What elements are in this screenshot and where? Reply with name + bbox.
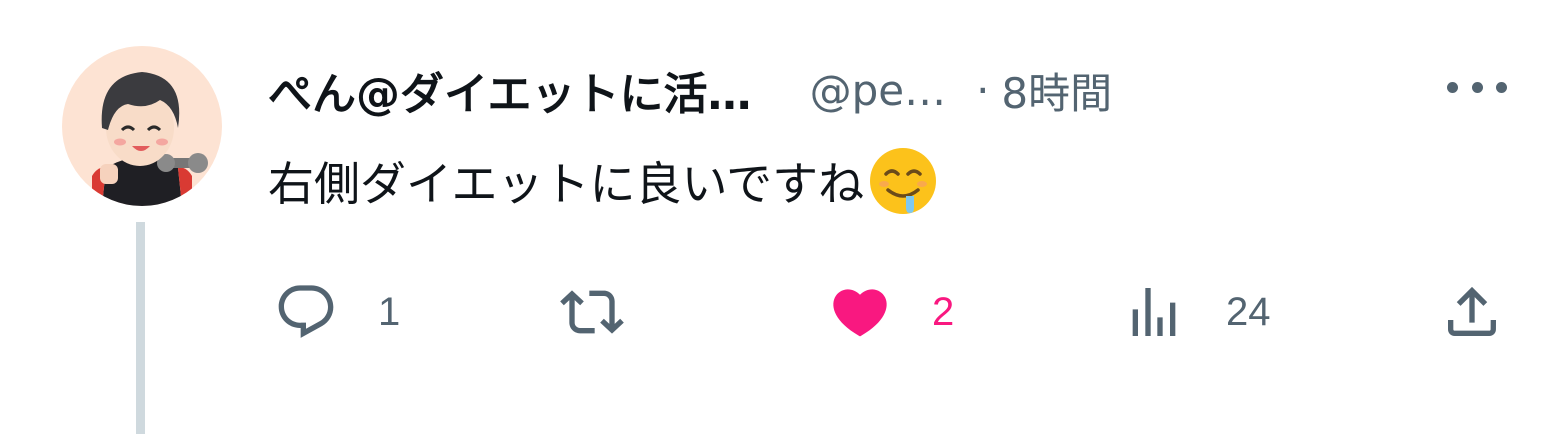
reply-button[interactable]: 1 [274,280,400,344]
share-button[interactable] [1440,280,1504,344]
avatar[interactable] [62,46,222,206]
reply-count: 1 [378,289,401,334]
heart-icon [833,289,887,337]
drooling-smiling-face-emoji [868,146,938,216]
more-dots-icon[interactable] [1447,62,1507,112]
more-dot [1447,81,1458,93]
speech-bubble-icon [278,285,334,338]
author-name[interactable]: ぺん@ダイエットに活… [268,58,752,122]
post-text: 右側ダイエットに良いですね [268,146,938,216]
post-header: ぺん@ダイエットに活… @pe… · 8時間 [268,58,1527,122]
more-dot [1496,81,1507,93]
more-dot [1471,81,1483,93]
like-button[interactable]: 2 [828,280,954,344]
bar-chart-icon [1132,288,1176,336]
author-handle[interactable]: @pe… [810,66,947,115]
post-text-content: 右側ダイエットに良いですね [268,157,865,211]
avatar-illustration [92,72,208,206]
share-upload-icon [1448,286,1496,336]
post-actions-bar: 1 2 24 [0,280,1567,350]
views-button[interactable]: 24 [1122,280,1271,344]
like-count: 2 [932,289,955,334]
post-timestamp[interactable]: 8時間 [1001,60,1112,121]
separator-dot: · [976,65,990,115]
repost-arrows-icon [560,290,624,334]
repost-button[interactable] [560,280,664,344]
views-count: 24 [1226,289,1271,334]
